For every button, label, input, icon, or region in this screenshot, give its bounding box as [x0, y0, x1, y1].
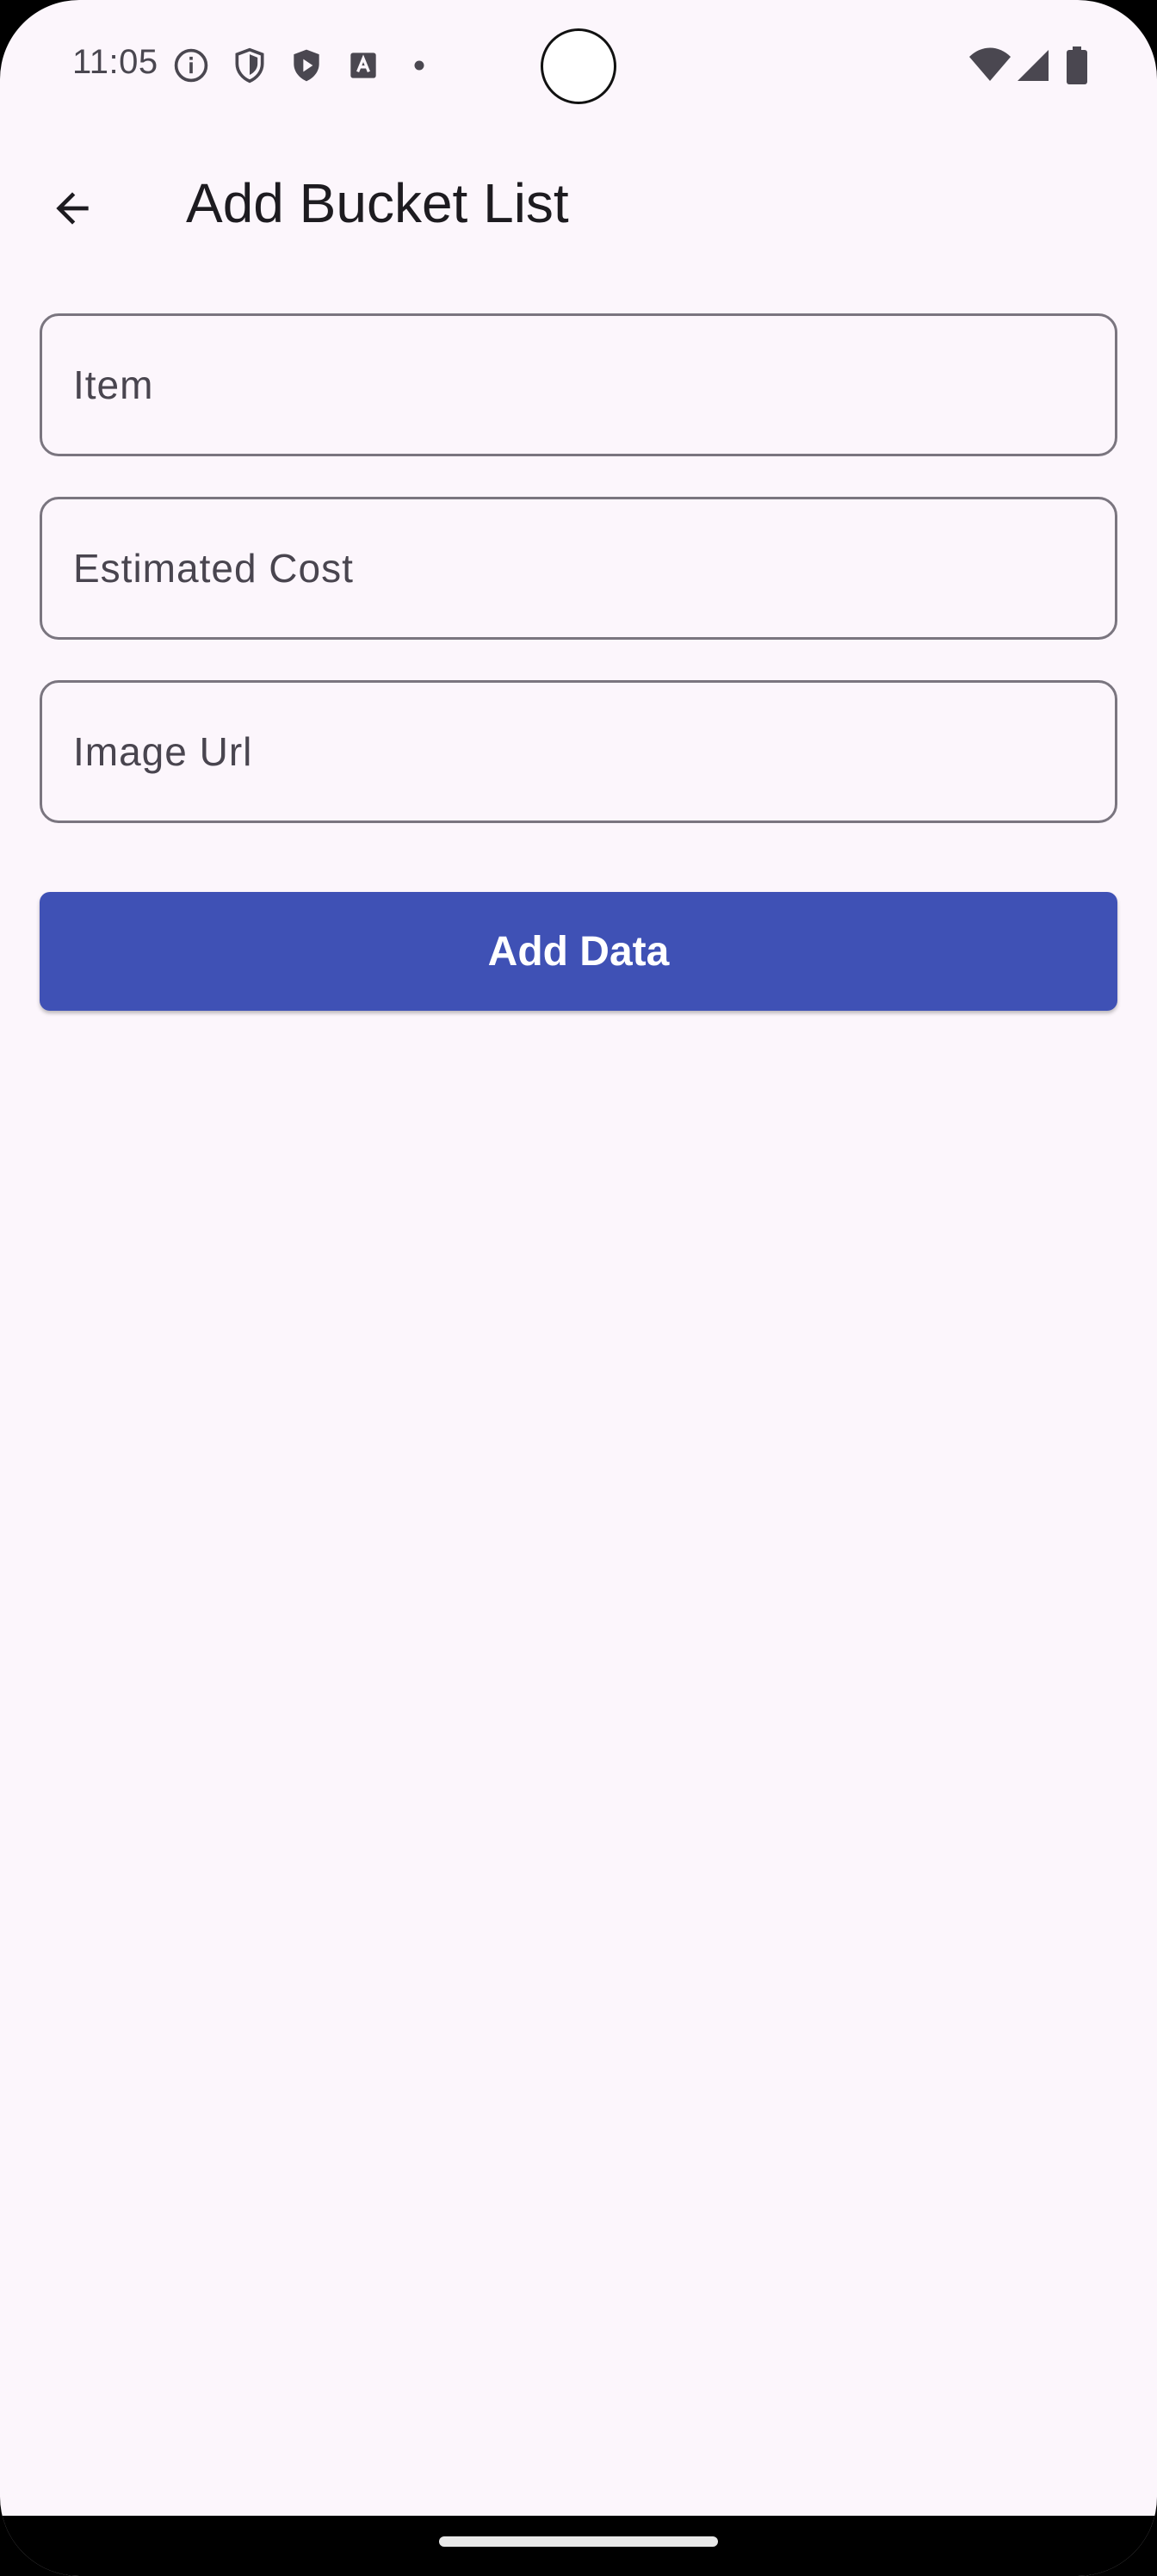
- wifi-icon: [968, 46, 1012, 84]
- image-url-input[interactable]: [42, 683, 1115, 820]
- arrow-back-icon: [56, 192, 89, 225]
- estimated-cost-input[interactable]: [42, 499, 1115, 637]
- page-title: Add Bucket List: [186, 172, 569, 234]
- cellular-signal-icon: [1014, 46, 1052, 84]
- status-bar: 11:05: [0, 0, 1157, 129]
- font-a-icon: [344, 46, 382, 84]
- estimated-cost-field[interactable]: [40, 497, 1117, 640]
- app-screen: 11:05 Add Bucket List Item Estimated Cos…: [0, 0, 1157, 2576]
- play-shield-icon: [288, 46, 325, 84]
- image-url-field[interactable]: [40, 680, 1117, 823]
- back-button[interactable]: [38, 174, 107, 243]
- camera-cutout: [541, 28, 616, 104]
- info-icon: [172, 46, 210, 84]
- app-bar: Add Bucket List: [0, 129, 1157, 276]
- add-data-button[interactable]: Add Data: [40, 892, 1117, 1011]
- dot-icon: [410, 46, 448, 84]
- status-time: 11:05: [72, 43, 158, 81]
- shield-icon: [231, 46, 269, 84]
- item-input[interactable]: [42, 316, 1115, 454]
- home-gesture-handle[interactable]: [439, 2536, 718, 2547]
- item-field[interactable]: [40, 313, 1117, 456]
- battery-icon: [1064, 46, 1090, 84]
